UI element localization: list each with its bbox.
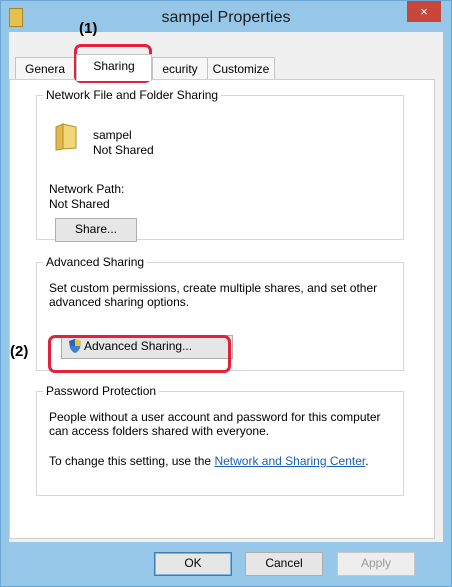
cancel-button[interactable]: Cancel [245,552,323,576]
window-title: sampel Properties [161,9,291,26]
share-button[interactable]: Share... [55,218,137,242]
advanced-sharing-desc-1: Set custom permissions, create multiple … [49,281,378,295]
change-setting-prefix: To change this setting, use the [49,454,215,468]
password-protection-legend: Password Protection [43,384,160,398]
tab-general[interactable]: Genera [15,57,75,80]
close-button[interactable]: × [407,1,441,22]
password-protection-line-1: People without a user account and passwo… [49,410,381,424]
network-sharing-center-link[interactable]: Network and Sharing Center [214,454,365,468]
ok-button[interactable]: OK [154,552,232,576]
callout-box-2 [48,335,231,373]
change-setting-text: To change this setting, use the Network … [49,454,369,468]
network-sharing-group: Network File and Folder Sharing sampel N… [36,88,404,242]
advanced-sharing-desc-2: advanced sharing options. [49,295,190,309]
tab-customize[interactable]: Customize [207,57,275,80]
callout-label-1: (1) [79,20,98,37]
network-path-value: Not Shared [49,197,110,211]
title-bar[interactable]: sampel Properties × [1,1,451,33]
callout-label-2: (2) [10,343,29,360]
network-sharing-legend: Network File and Folder Sharing [43,88,222,102]
change-setting-suffix: . [365,454,369,468]
folder-icon [54,123,78,154]
item-status: Not Shared [93,143,154,157]
properties-window: sampel Properties × Genera Sharing ecuri… [0,0,452,587]
password-protection-group: Password Protection People without a use… [36,384,404,496]
network-path-label: Network Path: [49,182,125,196]
sharing-tab-content: Network File and Folder Sharing sampel N… [9,79,435,539]
password-protection-line-2: can access folders shared with everyone. [49,424,270,438]
tab-sharing[interactable]: Sharing [76,54,152,81]
advanced-sharing-legend: Advanced Sharing [43,255,148,269]
tab-security[interactable]: ecurity [152,57,208,80]
apply-button[interactable]: Apply [337,552,415,576]
item-name: sampel [93,128,132,142]
